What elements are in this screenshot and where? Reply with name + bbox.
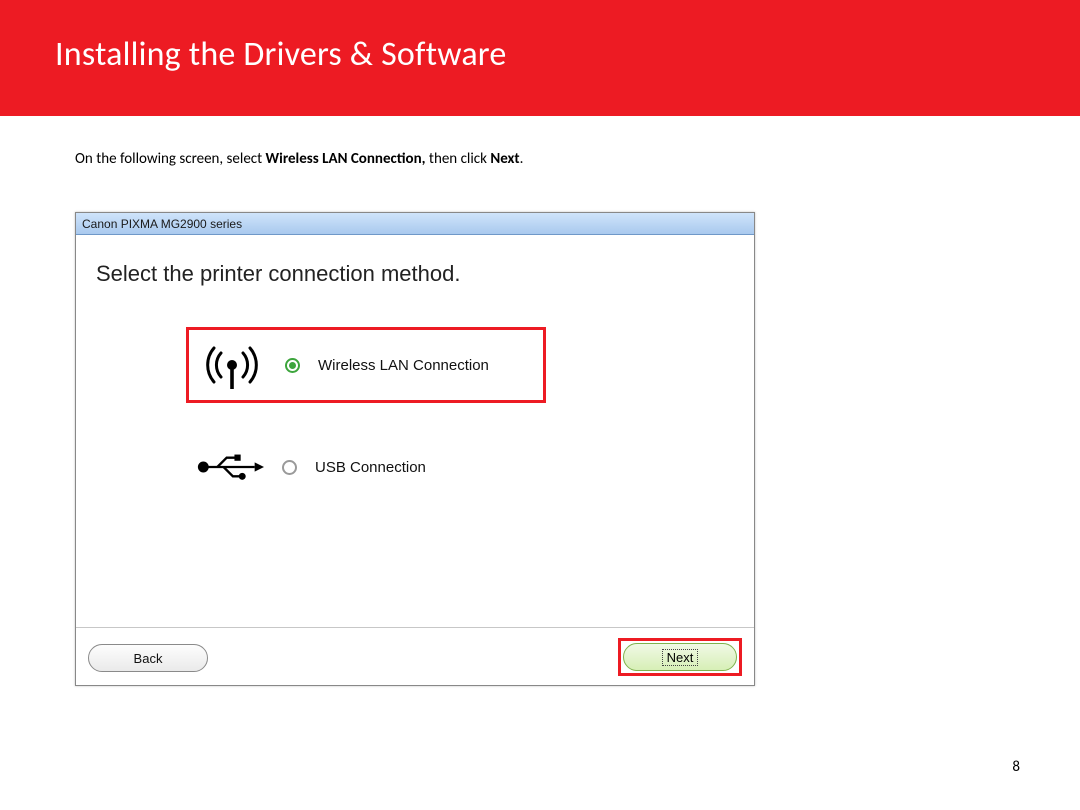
option-usb[interactable]: USB Connection xyxy=(186,443,546,491)
instruction-mid: then click xyxy=(429,150,490,168)
next-button-label: Next xyxy=(662,649,699,666)
radio-usb[interactable] xyxy=(282,460,297,475)
instruction-pre: On the following screen, select xyxy=(75,150,266,168)
button-bar: Back Next xyxy=(76,627,754,685)
instruction-bold-wifi: Wireless LAN Connection, xyxy=(266,150,429,168)
next-button[interactable]: Next xyxy=(623,643,737,671)
window-prompt: Select the printer connection method. xyxy=(96,261,734,287)
window-titlebar: Canon PIXMA MG2900 series xyxy=(76,213,754,235)
next-button-highlight: Next xyxy=(618,638,742,676)
instruction-text: On the following screen, select Wireless… xyxy=(75,150,523,168)
option-usb-label: USB Connection xyxy=(315,459,426,476)
instruction-bold-next: Next xyxy=(490,150,519,168)
instruction-post: . xyxy=(520,150,524,168)
back-button-label: Back xyxy=(134,651,163,666)
option-wireless-label: Wireless LAN Connection xyxy=(318,357,489,374)
page-number: 8 xyxy=(1012,758,1020,776)
wifi-icon xyxy=(197,336,267,394)
window-body: Select the printer connection method. xyxy=(76,235,754,685)
usb-icon xyxy=(194,449,264,485)
page-title: Installing the Drivers & Software xyxy=(55,34,507,75)
option-wireless[interactable]: Wireless LAN Connection xyxy=(186,327,546,403)
radio-wireless[interactable] xyxy=(285,358,300,373)
back-button[interactable]: Back xyxy=(88,644,208,672)
header-band: Installing the Drivers & Software xyxy=(0,0,1080,116)
slide: Installing the Drivers & Software On the… xyxy=(0,0,1080,810)
installer-window: Canon PIXMA MG2900 series Select the pri… xyxy=(75,212,755,686)
